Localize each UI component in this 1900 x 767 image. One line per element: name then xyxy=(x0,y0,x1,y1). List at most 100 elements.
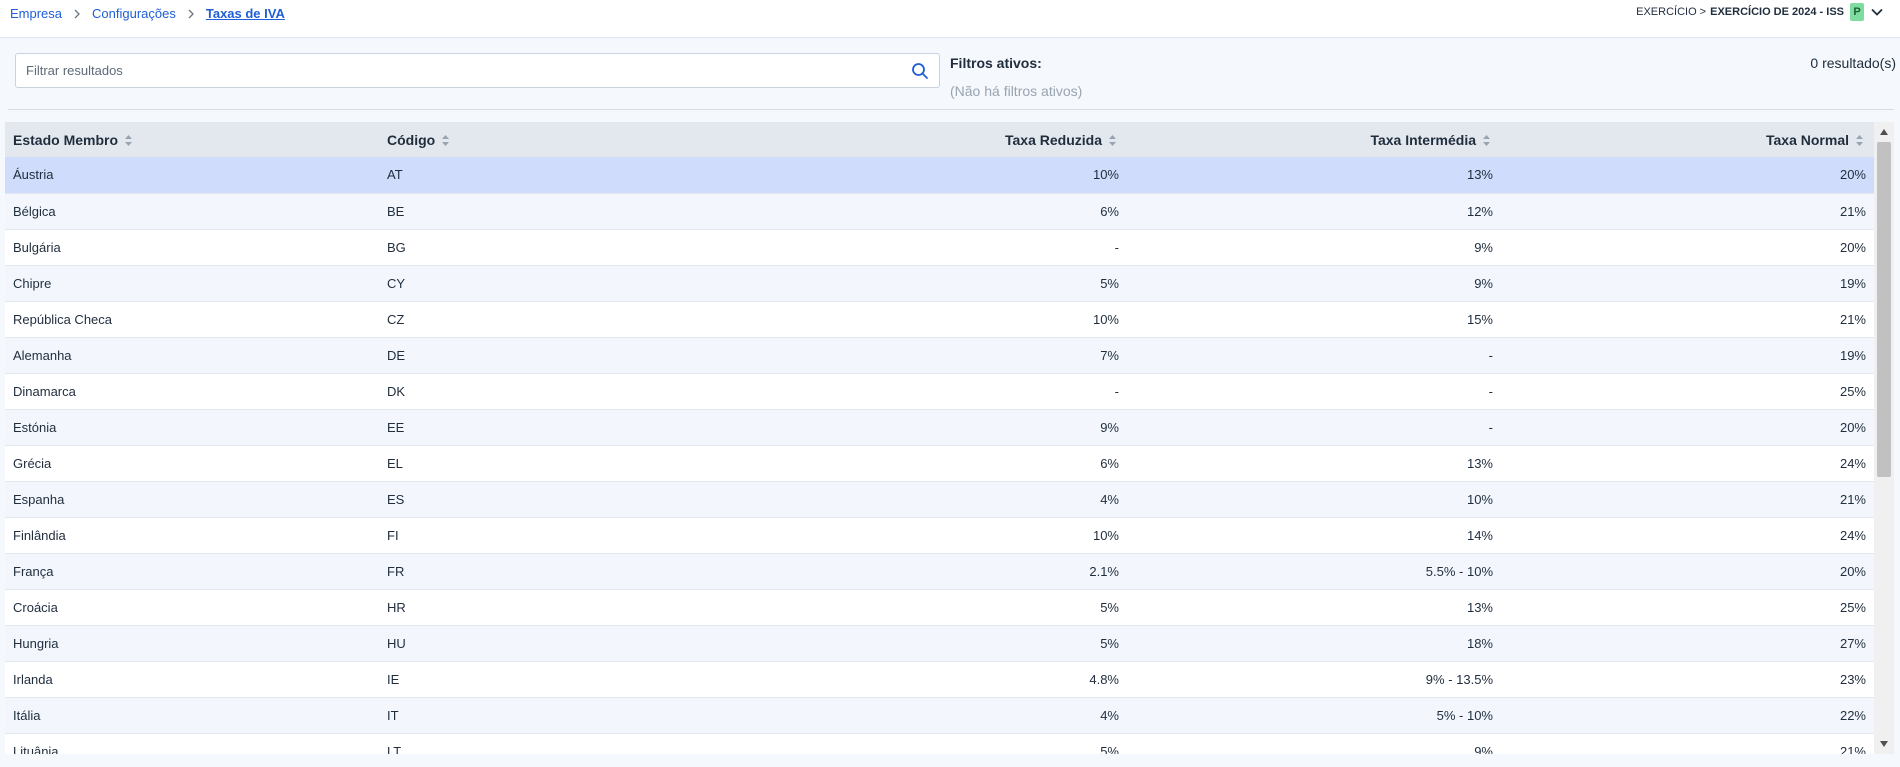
breadcrumb: Empresa Configurações Taxas de IVA xyxy=(10,6,285,21)
breadcrumb-item-empresa[interactable]: Empresa xyxy=(10,6,62,21)
cell-taxa-intermedia: 5% - 10% xyxy=(1127,697,1501,734)
status-badge: P xyxy=(1850,3,1864,21)
table-header-row: Estado Membro Código Taxa Reduzida Taxa … xyxy=(5,122,1874,157)
cell-taxa-reduzida: 6% xyxy=(753,193,1127,230)
cell-codigo: BE xyxy=(379,193,753,230)
divider xyxy=(8,109,1894,110)
column-header-taxa-normal[interactable]: Taxa Normal xyxy=(1501,122,1874,157)
cell-taxa-intermedia: 9% xyxy=(1127,265,1501,302)
scroll-down-arrow-icon[interactable] xyxy=(1874,734,1894,754)
table-row[interactable]: Áustria AT 10% 13% 20% xyxy=(5,157,1874,194)
cell-estado-membro: Finlândia xyxy=(5,517,379,554)
table-row[interactable]: República Checa CZ 10% 15% 21% xyxy=(5,301,1874,338)
cell-taxa-normal: 21% xyxy=(1501,481,1874,518)
cell-taxa-intermedia: 13% xyxy=(1127,445,1501,482)
cell-codigo: HU xyxy=(379,625,753,662)
exercise-selector[interactable]: EXERCÍCIO > EXERCÍCIO DE 2024 - ISS P xyxy=(1636,3,1884,21)
scroll-up-arrow-icon[interactable] xyxy=(1874,122,1894,142)
cell-taxa-normal: 20% xyxy=(1501,409,1874,446)
exercise-current: EXERCÍCIO DE 2024 - ISS xyxy=(1710,6,1844,18)
cell-taxa-reduzida: 10% xyxy=(753,157,1127,194)
table-row[interactable]: Alemanha DE 7% - 19% xyxy=(5,337,1874,374)
cell-estado-membro: Croácia xyxy=(5,589,379,626)
scrollbar-thumb[interactable] xyxy=(1877,142,1891,477)
table-row[interactable]: Chipre CY 5% 9% 19% xyxy=(5,265,1874,302)
cell-taxa-normal: 19% xyxy=(1501,265,1874,302)
cell-taxa-reduzida: 6% xyxy=(753,445,1127,482)
cell-taxa-intermedia: 9% xyxy=(1127,733,1501,754)
sort-icon xyxy=(1856,135,1863,147)
breadcrumb-item-configuracoes[interactable]: Configurações xyxy=(92,6,176,21)
column-header-label: Estado Membro xyxy=(13,131,119,148)
cell-estado-membro: Espanha xyxy=(5,481,379,518)
cell-taxa-intermedia: 18% xyxy=(1127,625,1501,662)
table-row[interactable]: Itália IT 4% 5% - 10% 22% xyxy=(5,697,1874,734)
top-bar: Empresa Configurações Taxas de IVA EXERC… xyxy=(0,0,1900,38)
page-bottom-strip xyxy=(0,754,1900,767)
vat-rates-table: Estado Membro Código Taxa Reduzida Taxa … xyxy=(5,122,1874,754)
column-header-label: Código xyxy=(387,131,436,148)
cell-taxa-normal: 27% xyxy=(1501,625,1874,662)
cell-codigo: EL xyxy=(379,445,753,482)
sort-icon xyxy=(1483,135,1490,147)
results-count: 0 resultado(s) xyxy=(1810,55,1896,71)
cell-estado-membro: Grécia xyxy=(5,445,379,482)
cell-taxa-normal: 21% xyxy=(1501,193,1874,230)
cell-taxa-intermedia: 14% xyxy=(1127,517,1501,554)
table-row[interactable]: Grécia EL 6% 13% 24% xyxy=(5,445,1874,482)
table-row[interactable]: Espanha ES 4% 10% 21% xyxy=(5,481,1874,518)
table-row[interactable]: Lituânia LT 5% 9% 21% xyxy=(5,733,1874,754)
cell-taxa-reduzida: 4% xyxy=(753,481,1127,518)
cell-taxa-normal: 20% xyxy=(1501,157,1874,194)
cell-estado-membro: Bélgica xyxy=(5,193,379,230)
cell-taxa-reduzida: 10% xyxy=(753,517,1127,554)
table-row[interactable]: Dinamarca DK - - 25% xyxy=(5,373,1874,410)
table-row[interactable]: França FR 2.1% 5.5% - 10% 20% xyxy=(5,553,1874,590)
breadcrumb-item-taxas-iva[interactable]: Taxas de IVA xyxy=(206,6,285,21)
cell-codigo: LT xyxy=(379,733,753,754)
column-header-estado-membro[interactable]: Estado Membro xyxy=(5,122,379,157)
cell-taxa-normal: 24% xyxy=(1501,445,1874,482)
column-header-label: Taxa Normal xyxy=(1766,131,1849,148)
cell-taxa-intermedia: 13% xyxy=(1127,589,1501,626)
cell-codigo: FR xyxy=(379,553,753,590)
cell-codigo: AT xyxy=(379,157,753,194)
sort-icon xyxy=(442,135,450,147)
table-row[interactable]: Irlanda IE 4.8% 9% - 13.5% 23% xyxy=(5,661,1874,698)
cell-codigo: DK xyxy=(379,373,753,410)
cell-taxa-reduzida: 5% xyxy=(753,265,1127,302)
cell-estado-membro: Itália xyxy=(5,697,379,734)
table-row[interactable]: Finlândia FI 10% 14% 24% xyxy=(5,517,1874,554)
chevron-down-icon[interactable] xyxy=(1870,5,1884,19)
cell-estado-membro: Bulgária xyxy=(5,229,379,266)
table-row[interactable]: Estónia EE 9% - 20% xyxy=(5,409,1874,446)
cell-estado-membro: Dinamarca xyxy=(5,373,379,410)
cell-taxa-intermedia: 15% xyxy=(1127,301,1501,338)
cell-taxa-reduzida: 4.8% xyxy=(753,661,1127,698)
column-header-taxa-intermedia[interactable]: Taxa Intermédia xyxy=(1127,122,1501,157)
cell-codigo: BG xyxy=(379,229,753,266)
sort-icon xyxy=(125,135,133,147)
search-icon[interactable] xyxy=(911,62,929,80)
cell-estado-membro: Áustria xyxy=(5,157,379,194)
column-header-codigo[interactable]: Código xyxy=(379,122,753,157)
cell-taxa-reduzida: 5% xyxy=(753,589,1127,626)
cell-estado-membro: Chipre xyxy=(5,265,379,302)
cell-estado-membro: Alemanha xyxy=(5,337,379,374)
table-row[interactable]: Hungria HU 5% 18% 27% xyxy=(5,625,1874,662)
active-filters-empty: (Não há filtros ativos) xyxy=(950,83,1083,99)
search-input[interactable] xyxy=(26,54,906,87)
cell-codigo: DE xyxy=(379,337,753,374)
cell-codigo: IT xyxy=(379,697,753,734)
table-scrollbar[interactable] xyxy=(1874,122,1894,754)
table-row[interactable]: Croácia HR 5% 13% 25% xyxy=(5,589,1874,626)
cell-taxa-reduzida: 2.1% xyxy=(753,553,1127,590)
table-row[interactable]: Bélgica BE 6% 12% 21% xyxy=(5,193,1874,230)
table-row[interactable]: Bulgária BG - 9% 20% xyxy=(5,229,1874,266)
cell-taxa-normal: 21% xyxy=(1501,733,1874,754)
cell-taxa-intermedia: 5.5% - 10% xyxy=(1127,553,1501,590)
cell-taxa-normal: 19% xyxy=(1501,337,1874,374)
cell-codigo: CY xyxy=(379,265,753,302)
cell-taxa-reduzida: - xyxy=(753,373,1127,410)
column-header-taxa-reduzida[interactable]: Taxa Reduzida xyxy=(753,122,1127,157)
